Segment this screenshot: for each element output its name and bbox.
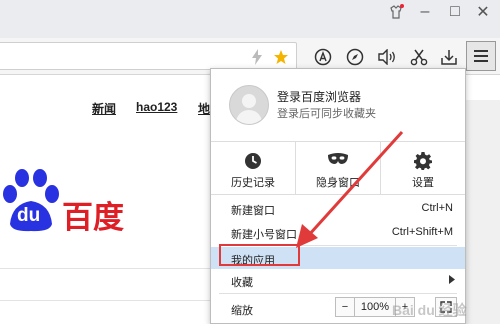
- logo-baidu-text: 百度: [62, 200, 124, 235]
- star-icon[interactable]: [270, 46, 292, 68]
- zoom-out-button[interactable]: −: [335, 297, 355, 317]
- minimize-button[interactable]: –: [410, 0, 440, 24]
- speaker-icon[interactable]: [376, 46, 398, 68]
- nav-link-news[interactable]: 新闻: [92, 100, 116, 117]
- menu-item-label: 收藏: [231, 277, 253, 289]
- annotation-arrow: [296, 130, 404, 248]
- watermark: Bai du 经验: [392, 302, 467, 318]
- menu-item-favorites[interactable]: 收藏: [211, 269, 465, 291]
- hamburger-icon: [474, 50, 488, 62]
- close-button[interactable]: ✕: [468, 0, 498, 24]
- baidu-logo[interactable]: du 百度: [0, 168, 140, 238]
- zoom-label: 缩放: [231, 305, 253, 317]
- nav-link-hao123[interactable]: hao123: [136, 100, 177, 114]
- clock-icon: [211, 152, 295, 170]
- download-icon[interactable]: [438, 46, 460, 68]
- menu-item-shortcut: Ctrl+N: [421, 202, 453, 214]
- menu-item-label: 新建小号窗口: [231, 229, 297, 241]
- history-label: 历史记录: [231, 177, 275, 189]
- divider: [0, 268, 210, 269]
- nav-link-map[interactable]: 地: [198, 100, 210, 117]
- adblock-icon[interactable]: [312, 46, 334, 68]
- title-bar: – □ ✕: [0, 0, 500, 38]
- annotation-highlight-box: [219, 244, 300, 266]
- scissors-icon[interactable]: [408, 46, 430, 68]
- login-title[interactable]: 登录百度浏览器: [277, 88, 361, 105]
- page-scrollbar[interactable]: [466, 100, 500, 324]
- menu-item-label: 新建窗口: [231, 205, 275, 217]
- divider: [219, 293, 457, 294]
- main-menu-button[interactable]: [466, 41, 496, 71]
- avatar[interactable]: [229, 85, 269, 125]
- history-button[interactable]: 历史记录: [211, 142, 295, 194]
- skin-icon[interactable]: [388, 4, 404, 20]
- user-icon: [235, 94, 263, 124]
- zoom-value: 100%: [354, 297, 396, 317]
- submenu-arrow-icon: [449, 275, 455, 287]
- logo-du: du: [17, 205, 41, 226]
- lightning-icon[interactable]: [246, 46, 268, 68]
- maximize-button[interactable]: □: [440, 0, 470, 24]
- compass-icon[interactable]: [344, 46, 366, 68]
- divider: [0, 300, 210, 301]
- login-subtitle: 登录后可同步收藏夹: [277, 108, 376, 120]
